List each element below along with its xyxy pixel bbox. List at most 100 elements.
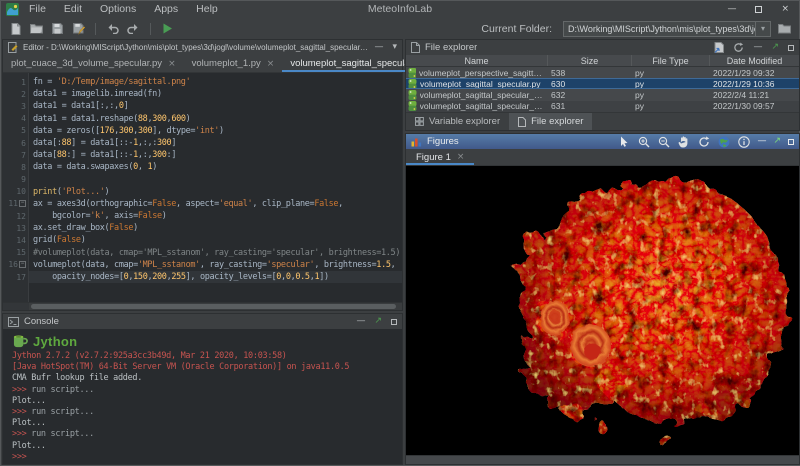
python-file-icon — [408, 79, 417, 88]
editor-code: fn = 'D:/Temp/image/sagittal.png'data1 =… — [29, 73, 402, 302]
window-minimize-button[interactable]: — — [727, 1, 736, 18]
file-explorer-panel: File explorer — ↗ Name Size File Type Da… — [405, 39, 800, 131]
tab-variable-explorer[interactable]: Variable explorer — [406, 113, 509, 130]
code-token: ) — [162, 211, 167, 221]
figures-minimize-icon[interactable]: — — [757, 134, 766, 149]
window-close-button[interactable]: × — [781, 1, 789, 18]
jython-logo: Jython — [12, 331, 402, 351]
code-token: volumeplot(data, cmap= — [33, 260, 138, 270]
table-row[interactable]: volumeplot_sagittal_specular_2.py631py20… — [406, 101, 799, 112]
table-row[interactable]: volumeplot_perspective_sagittal_sp...538… — [406, 67, 799, 78]
console-token: Plot... — [12, 441, 46, 451]
window-maximize-button[interactable] — [755, 6, 762, 13]
info-icon[interactable] — [737, 135, 750, 148]
editor-tabs: plot_cuace_3d_volume_specular.py × volum… — [3, 55, 402, 73]
file-explorer-maximize-icon[interactable] — [788, 45, 794, 51]
fold-marker-icon[interactable]: − — [19, 261, 26, 268]
menu-help[interactable]: Help — [187, 1, 227, 18]
figures-float-icon[interactable]: ↗ — [773, 134, 781, 149]
column-header-size[interactable]: Size — [548, 55, 632, 66]
line-number: 4 — [21, 114, 26, 123]
console-output[interactable]: Jython Jython 2.7.2 (v2.7.2:925a3cc3b49d… — [3, 329, 402, 464]
file-name-cell: volumeplot_sagittal_specular.py — [406, 79, 548, 88]
code-editor-area[interactable]: 1234567891011−1213141516−17 fn = 'D:/Tem… — [3, 73, 402, 302]
code-token: , ray_casting= — [200, 260, 267, 270]
file-explorer-float-icon[interactable]: ↗ — [771, 40, 779, 55]
code-token: ,:,: — [138, 138, 157, 148]
column-header-filetype[interactable]: File Type — [632, 55, 710, 66]
tab-file-explorer[interactable]: File explorer — [509, 113, 592, 130]
fold-marker-icon[interactable]: − — [19, 200, 26, 207]
zoom-in-icon[interactable] — [637, 135, 650, 148]
open-file-icon[interactable] — [714, 42, 724, 53]
editor-menu-icon[interactable]: ▾ — [392, 40, 397, 55]
gutter-line: 4 — [3, 113, 28, 125]
code-line: data = data.swapaxes(0, 1) — [33, 161, 402, 173]
figure-viewport[interactable] — [406, 166, 799, 455]
console-float-icon[interactable]: ↗ — [374, 314, 382, 329]
tab-close-icon[interactable]: × — [457, 152, 465, 162]
console-minimize-icon[interactable]: — — [356, 314, 365, 329]
run-icon[interactable] — [160, 21, 175, 37]
console-line: >>> — [12, 452, 402, 463]
tab-label: File explorer — [531, 116, 583, 127]
redo-icon[interactable] — [126, 21, 141, 37]
file-type-cell: py — [632, 79, 710, 88]
menu-options[interactable]: Options — [91, 1, 145, 18]
code-token: 'Plot...' — [62, 187, 105, 197]
code-line: ax.set_draw_box(False) — [33, 222, 402, 234]
browse-folder-icon[interactable] — [777, 21, 792, 37]
open-folder-icon[interactable] — [29, 21, 44, 37]
column-header-name[interactable]: Name — [406, 55, 548, 66]
variable-explorer-icon — [415, 117, 424, 126]
file-type-cell: py — [632, 89, 710, 100]
console-maximize-icon[interactable] — [391, 319, 397, 325]
refresh-icon[interactable] — [733, 42, 744, 53]
code-token: ) — [105, 187, 110, 197]
code-token: 300 — [152, 114, 166, 124]
combobox-dropdown-icon[interactable]: ▾ — [755, 22, 770, 36]
editor-hscrollbar[interactable] — [3, 302, 402, 310]
tab-close-icon[interactable]: × — [267, 59, 275, 69]
code-token: #volumeplot(data, cmap='MPL_sstanom', ra… — [33, 248, 400, 258]
console-line: >>> run script... — [12, 407, 402, 418]
line-number: 16 — [8, 260, 18, 269]
current-folder-combobox[interactable]: D:\Working\MIScript\Jython\mis\plot_type… — [563, 21, 771, 37]
file-explorer-minimize-icon[interactable]: — — [753, 40, 762, 55]
file-modified-cell: 2022/2/4 11:21 — [710, 89, 799, 100]
menu-file[interactable]: File — [20, 1, 55, 18]
code-token: ) — [81, 235, 86, 245]
editor-panel: Editor - D:\Working\MIScript\Jython\mis\… — [2, 39, 403, 311]
figure-tab-active[interactable]: Figure 1 × — [406, 149, 474, 165]
editor-minimize-icon[interactable]: — — [374, 40, 383, 55]
table-row[interactable]: volumeplot_sagittal_specular.py630py2022… — [406, 78, 799, 89]
scrollbar-thumb[interactable] — [31, 304, 396, 309]
save-icon[interactable] — [50, 21, 65, 37]
code-token: 'MPL_sstanom' — [138, 260, 200, 270]
column-header-modified[interactable]: Date Modified — [710, 55, 799, 66]
save-as-icon[interactable] — [71, 21, 86, 37]
menu-edit[interactable]: Edit — [55, 1, 91, 18]
tab-close-icon[interactable]: × — [168, 59, 176, 69]
volume-plot-canvas[interactable] — [406, 166, 799, 455]
scrollbar-track[interactable] — [29, 303, 402, 310]
line-number: 8 — [21, 163, 26, 172]
figures-maximize-icon[interactable] — [788, 139, 794, 145]
globe-icon[interactable] — [717, 135, 730, 148]
code-line: data1 = imagelib.imread(fn) — [33, 88, 402, 100]
console-token: >>> — [12, 385, 31, 395]
toolbar-separator — [150, 23, 151, 35]
editor-header: Editor - D:\Working\MIScript\Jython\mis\… — [3, 40, 402, 55]
menu-apps[interactable]: Apps — [145, 1, 187, 18]
editor-tab[interactable]: plot_cuace_3d_volume_specular.py × — [3, 55, 184, 72]
table-row[interactable]: volumeplot_sagittal_specular_1.py632py20… — [406, 89, 799, 100]
pan-hand-icon[interactable] — [677, 135, 690, 148]
pointer-icon[interactable] — [617, 135, 630, 148]
editor-tab[interactable]: volumeplot_1.py × — [184, 55, 283, 72]
new-file-icon[interactable] — [8, 21, 23, 37]
code-token: 88 — [138, 114, 148, 124]
code-token: ) — [133, 223, 138, 233]
zoom-out-icon[interactable] — [657, 135, 670, 148]
undo-icon[interactable] — [105, 21, 120, 37]
rotate-icon[interactable] — [697, 135, 710, 148]
